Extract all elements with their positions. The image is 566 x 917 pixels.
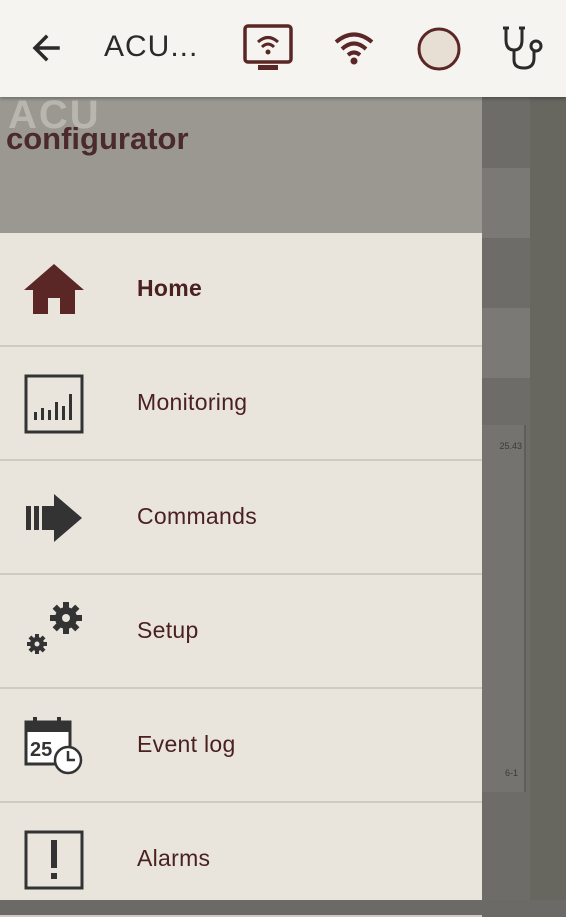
gears-icon bbox=[22, 600, 86, 664]
background-block bbox=[482, 308, 530, 378]
menu-item-setup[interactable]: Setup bbox=[0, 575, 482, 689]
menu-item-monitoring[interactable]: Monitoring bbox=[0, 347, 482, 461]
back-arrow-icon[interactable] bbox=[28, 30, 64, 66]
menu-item-event-log[interactable]: 25 Event log bbox=[0, 689, 482, 803]
background-card: 25.43 6-1 bbox=[482, 425, 526, 792]
background-edge bbox=[530, 97, 566, 900]
alarm-exclamation-icon bbox=[22, 828, 86, 892]
commands-arrow-icon bbox=[22, 486, 86, 550]
menu-item-label: Home bbox=[137, 275, 203, 301]
menu-item-label: Monitoring bbox=[137, 389, 248, 415]
background-block bbox=[482, 168, 530, 238]
monitoring-chart-icon bbox=[22, 372, 86, 436]
svg-text:25: 25 bbox=[30, 739, 52, 761]
menu-item-commands[interactable]: Commands bbox=[0, 461, 482, 575]
drawer-header: ACU configurator bbox=[0, 93, 482, 233]
menu-item-home[interactable]: Home bbox=[0, 233, 482, 347]
stethoscope-icon[interactable] bbox=[500, 24, 550, 77]
drawer-title: configurator bbox=[6, 121, 189, 156]
menu-item-label: Event log bbox=[137, 731, 236, 757]
remote-display-icon[interactable] bbox=[243, 24, 293, 77]
background-card-text: 25.43 bbox=[499, 441, 522, 451]
app-title: ACU... bbox=[104, 30, 199, 63]
wifi-icon[interactable] bbox=[333, 30, 375, 71]
navigation-drawer: ACU configurator Home Monitoring Command… bbox=[0, 93, 482, 917]
drawer-menu: Home Monitoring Commands Setup 25 Event … bbox=[0, 233, 482, 917]
menu-item-label: Setup bbox=[137, 617, 199, 643]
status-circle-icon[interactable] bbox=[416, 26, 462, 77]
menu-item-label: Commands bbox=[137, 503, 257, 529]
menu-item-label: Alarms bbox=[137, 845, 211, 871]
home-icon bbox=[22, 258, 86, 322]
app-bar: ACU... bbox=[0, 0, 566, 97]
calendar-clock-icon: 25 bbox=[22, 714, 86, 778]
background-card-text: 6-1 bbox=[504, 768, 518, 778]
